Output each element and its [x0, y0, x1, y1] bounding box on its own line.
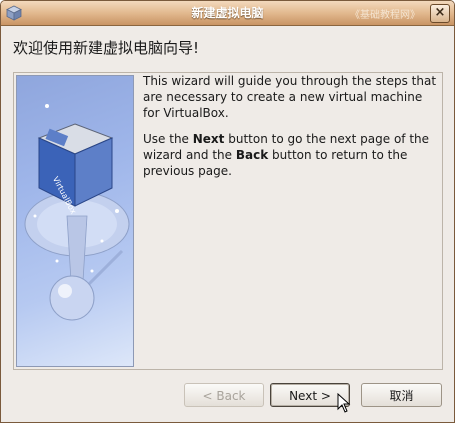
description-paragraph-2: Use the Next button to go the next page …: [143, 132, 430, 178]
back-button[interactable]: < Back: [184, 383, 264, 407]
watermark-text: 《基础教程网》: [350, 10, 420, 21]
description-paragraph-1: This wizard will guide you through the s…: [143, 74, 437, 120]
title-bar[interactable]: 新建虚拟电脑 《基础教程网》 ×: [1, 1, 454, 26]
content-frame: VirtualBox This wizard will guide you th…: [13, 72, 443, 370]
wizard-side-image: VirtualBox: [16, 75, 134, 367]
virtualbox-logo-cube: VirtualBox: [24, 104, 130, 321]
mouse-cursor-icon: [337, 393, 351, 413]
close-icon: ×: [434, 5, 446, 20]
description-text: This wizard will guide you through the s…: [143, 73, 438, 189]
cancel-button[interactable]: 取消: [361, 383, 442, 407]
page-heading: 欢迎使用新建虚拟电脑向导!: [13, 39, 200, 57]
close-button[interactable]: ×: [430, 4, 450, 23]
wizard-window: 新建虚拟电脑 《基础教程网》 × 欢迎使用新建虚拟电脑向导! VirtualBo…: [0, 0, 455, 423]
